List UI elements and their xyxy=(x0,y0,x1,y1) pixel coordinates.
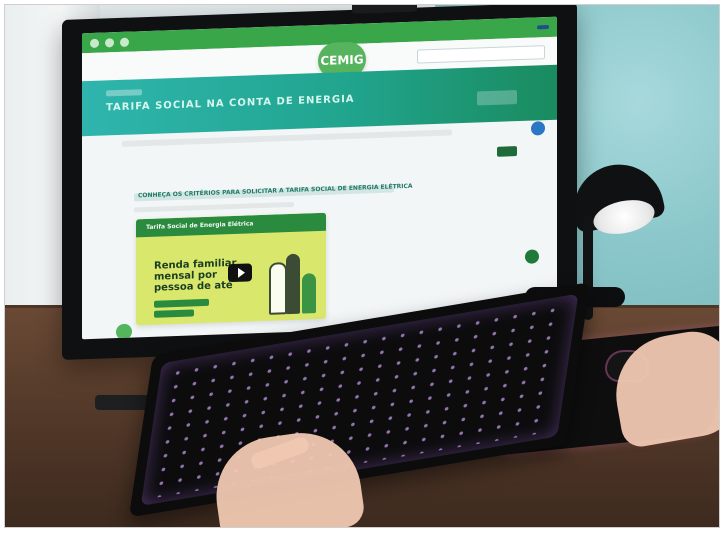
video-thumbnail[interactable]: Tarifa Social de Energia Elétrica Renda … xyxy=(136,212,326,326)
top-actions xyxy=(537,24,549,30)
video-highlight-bar xyxy=(154,309,194,318)
person-illustration xyxy=(286,253,300,315)
small-action-button[interactable] xyxy=(497,146,517,157)
video-overlay-text: Renda familiar mensal por pessoa de até xyxy=(154,257,237,294)
language-icon[interactable] xyxy=(120,37,129,47)
play-icon[interactable] xyxy=(228,263,252,283)
section-heading: CONHEÇA OS CRITÉRIOS PARA SOLICITAR A TA… xyxy=(134,183,413,202)
chat-icon[interactable] xyxy=(531,121,545,136)
contrast-icon[interactable] xyxy=(105,37,114,47)
person-illustration xyxy=(302,273,316,314)
section-subline xyxy=(134,201,294,213)
video-illustration xyxy=(264,233,319,315)
monitor-screen: CEMIG TARIFA SOCIAL NA CONTA DE ENERGIA … xyxy=(82,16,557,340)
section-heading-text: CONHEÇA OS CRITÉRIOS PARA SOLICITAR A TA… xyxy=(138,182,413,200)
top-action-button[interactable] xyxy=(537,24,549,30)
hero-kicker xyxy=(106,89,142,97)
photo-scene: CEMIG TARIFA SOCIAL NA CONTA DE ENERGIA … xyxy=(4,4,720,528)
gov-logo xyxy=(477,90,517,106)
scroll-to-top-icon[interactable] xyxy=(525,249,539,264)
accessibility-icon[interactable] xyxy=(90,38,99,48)
video-highlight-bar xyxy=(154,298,209,308)
person-illustration xyxy=(269,262,287,315)
floating-action-button[interactable] xyxy=(116,323,132,340)
